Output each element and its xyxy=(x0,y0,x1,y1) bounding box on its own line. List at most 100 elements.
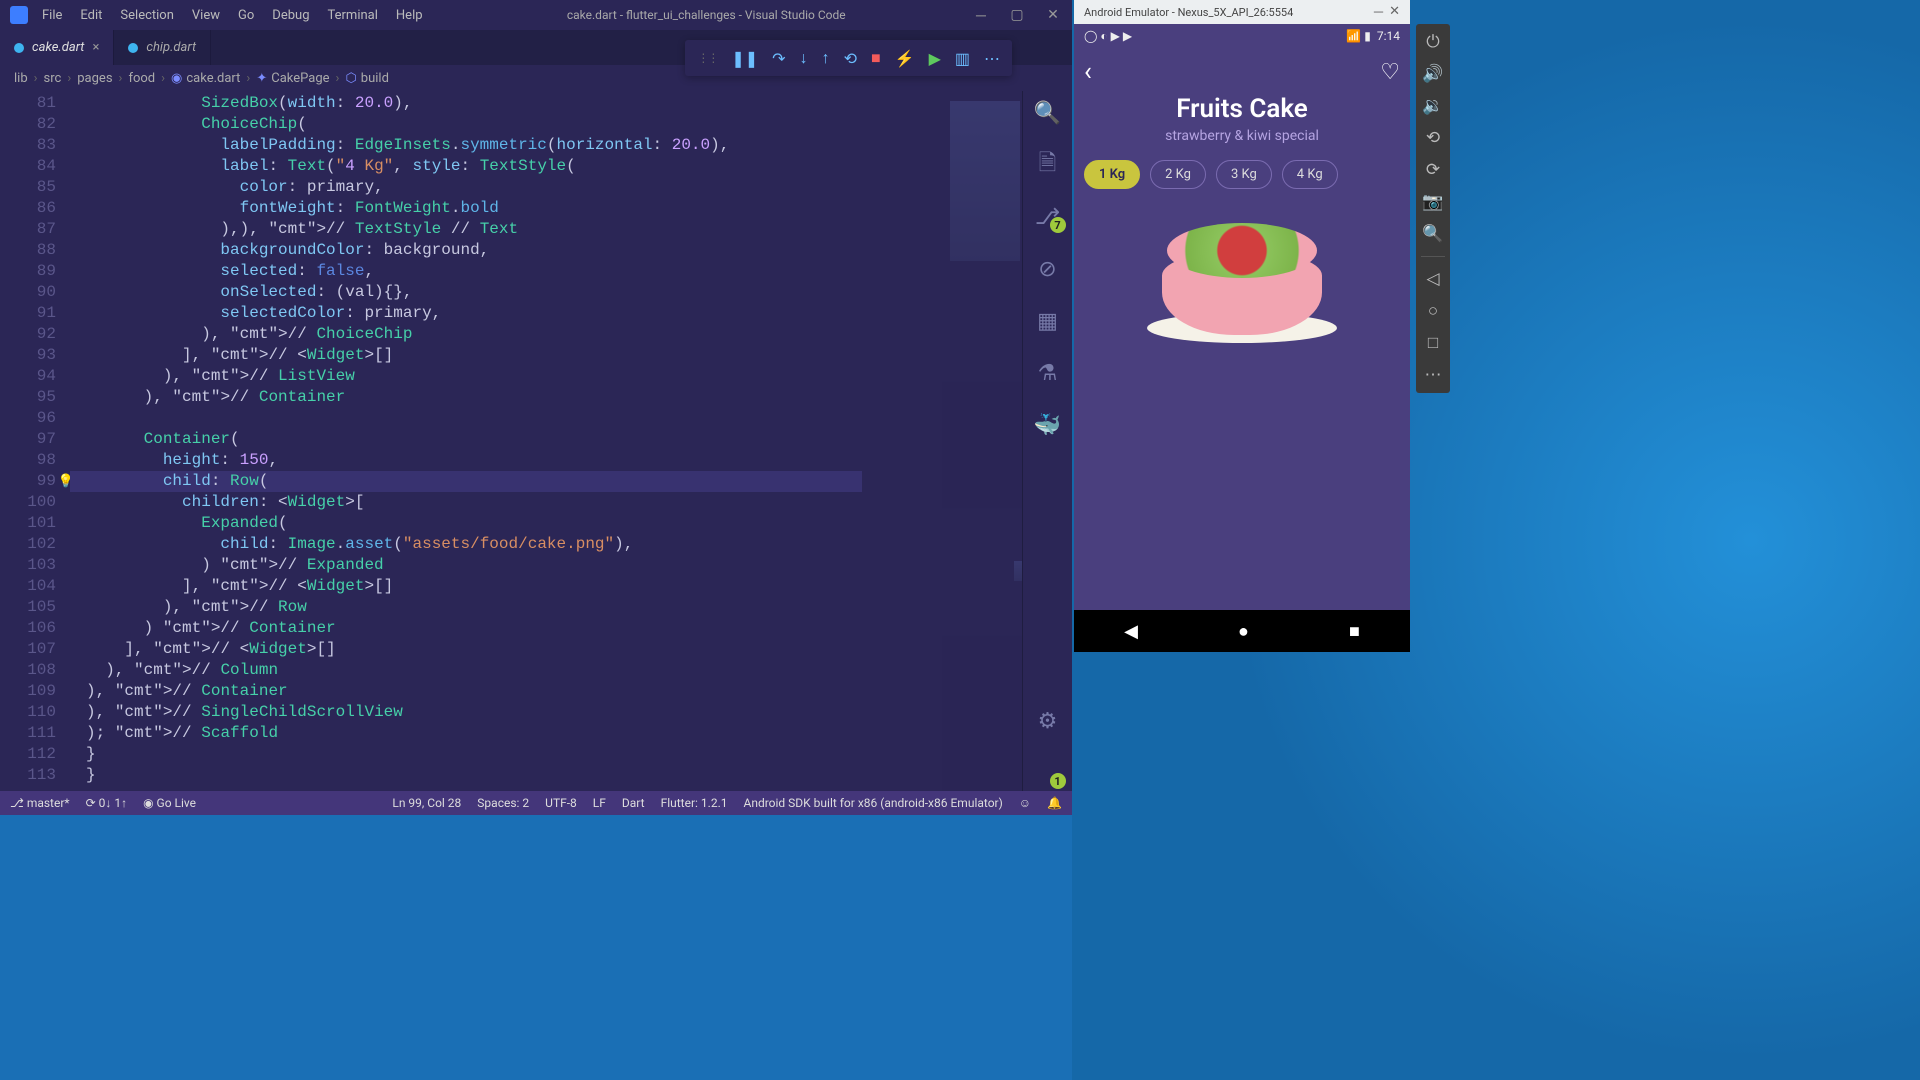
minimize-button[interactable]: ─ xyxy=(972,7,990,24)
emulator-minimize-icon[interactable]: ─ xyxy=(1374,4,1383,20)
encoding-indicator[interactable]: UTF-8 xyxy=(545,796,577,810)
crumb[interactable]: src xyxy=(44,71,62,86)
bell-icon[interactable]: 🔔 xyxy=(1047,796,1062,810)
nav-recent-icon[interactable]: ■ xyxy=(1349,621,1360,642)
debug-icon[interactable]: ⊘ xyxy=(1036,257,1060,281)
menu-edit[interactable]: Edit xyxy=(80,8,102,23)
feedback-icon[interactable]: ☺ xyxy=(1019,796,1031,810)
menu-selection[interactable]: Selection xyxy=(120,8,173,23)
chip-2kg[interactable]: 2 Kg xyxy=(1150,160,1206,189)
menu-help[interactable]: Help xyxy=(396,8,423,23)
chip-1kg[interactable]: 1 Kg xyxy=(1084,160,1140,189)
more-icon[interactable]: ⋯ xyxy=(984,49,1000,68)
dart-file-icon xyxy=(14,43,24,53)
extensions-icon[interactable]: ▦ xyxy=(1036,309,1060,333)
cursor-position[interactable]: Ln 99, Col 28 xyxy=(392,796,461,810)
android-nav-bar: ◀ ● ■ xyxy=(1074,610,1410,652)
product-subtitle: strawberry & kiwi special xyxy=(1084,128,1400,144)
line-gutter: 81828384858687888990919293949596979899💡1… xyxy=(0,91,70,791)
source-control-icon[interactable]: ⎇ xyxy=(1036,205,1060,229)
nav-home-icon[interactable]: ● xyxy=(1238,621,1249,642)
minimap[interactable] xyxy=(942,91,1022,791)
stop-icon[interactable]: ■ xyxy=(871,48,881,68)
tab-cake[interactable]: cake.dart × xyxy=(0,30,114,65)
eol-indicator[interactable]: LF xyxy=(593,796,606,810)
window-title: cake.dart - flutter_ui_challenges - Visu… xyxy=(441,8,972,22)
crumb[interactable]: build xyxy=(361,71,389,86)
step-into-icon[interactable]: ↓ xyxy=(800,48,808,68)
menu-file[interactable]: File xyxy=(42,8,62,23)
nav-back-icon[interactable]: ◁ xyxy=(1423,269,1443,289)
power-icon[interactable]: ⏻ xyxy=(1423,32,1443,52)
camera-icon[interactable]: 📷 xyxy=(1423,192,1443,212)
maximize-button[interactable]: ▢ xyxy=(1008,7,1026,24)
crumb[interactable]: pages xyxy=(77,71,112,86)
menu-terminal[interactable]: Terminal xyxy=(328,8,378,23)
emulator-controls: ⏻ 🔊 🔉 ⟲ ⟳ 📷 🔍 ◁ ○ □ ⋯ xyxy=(1416,24,1450,393)
restart-icon[interactable]: ⟲ xyxy=(844,49,857,68)
emulator-close-icon[interactable]: ✕ xyxy=(1389,4,1400,20)
files-icon[interactable]: 🗎 xyxy=(1036,153,1060,177)
sync-indicator[interactable]: ⟳ 0↓ 1↑ xyxy=(86,796,128,810)
tab-chip[interactable]: chip.dart xyxy=(114,30,211,65)
crumb[interactable]: lib xyxy=(14,71,28,86)
status-icons-right: 📶 ▮ 7:14 xyxy=(1346,29,1400,43)
language-indicator[interactable]: Dart xyxy=(622,796,645,810)
layout-icon[interactable]: ▥ xyxy=(955,49,970,68)
android-status-bar: ◯ ◐ ▶ ▶ 📶 ▮ 7:14 xyxy=(1074,24,1410,48)
settings-gear-icon[interactable]: ⚙ xyxy=(1036,709,1060,733)
back-icon[interactable]: ‹ xyxy=(1084,57,1092,87)
close-button[interactable]: ✕ xyxy=(1044,7,1062,24)
status-icons-left: ◯ ◐ ▶ ▶ xyxy=(1084,29,1132,43)
vscode-logo-icon xyxy=(10,6,28,24)
notification-badge-icon[interactable] xyxy=(1036,761,1060,785)
continue-icon[interactable]: ▶ xyxy=(929,49,941,68)
tab-label: cake.dart xyxy=(32,40,84,55)
hot-reload-icon[interactable]: ⚡ xyxy=(895,49,915,68)
chip-4kg[interactable]: 4 Kg xyxy=(1282,160,1338,189)
docker-icon[interactable]: 🐳 xyxy=(1036,413,1060,437)
emulator-title: Android Emulator - Nexus_5X_API_26:5554 xyxy=(1084,6,1293,19)
nav-home-icon[interactable]: ○ xyxy=(1423,301,1443,321)
status-bar: ⎇ master* ⟳ 0↓ 1↑ ◉ Go Live Ln 99, Col 2… xyxy=(0,791,1072,815)
rotate-left-icon[interactable]: ⟲ xyxy=(1423,128,1443,148)
emulator-titlebar[interactable]: Android Emulator - Nexus_5X_API_26:5554 … xyxy=(1074,0,1410,24)
drag-handle-icon[interactable]: ⋮⋮ xyxy=(697,51,717,65)
crumb[interactable]: food xyxy=(128,71,155,86)
tab-label: chip.dart xyxy=(146,40,196,55)
search-icon[interactable]: 🔍 xyxy=(1036,101,1060,125)
tab-close-icon[interactable]: × xyxy=(92,40,99,55)
chip-3kg[interactable]: 3 Kg xyxy=(1216,160,1272,189)
dart-file-icon xyxy=(128,43,138,53)
step-over-icon[interactable]: ↷ xyxy=(772,49,785,68)
flutter-version[interactable]: Flutter: 1.2.1 xyxy=(661,796,728,810)
desktop-background: Android Emulator - Nexus_5X_API_26:5554 … xyxy=(1072,0,1920,1080)
pause-icon[interactable]: ❚❚ xyxy=(731,49,758,68)
step-out-icon[interactable]: ↑ xyxy=(822,48,830,68)
zoom-icon[interactable]: 🔍 xyxy=(1423,224,1443,244)
nav-overview-icon[interactable]: □ xyxy=(1423,333,1443,353)
weight-chips: 1 Kg 2 Kg 3 Kg 4 Kg xyxy=(1084,160,1400,189)
editor: 81828384858687888990919293949596979899💡1… xyxy=(0,91,1072,791)
crumb[interactable]: cake.dart xyxy=(186,71,240,86)
android-emulator-window: Android Emulator - Nexus_5X_API_26:5554 … xyxy=(1074,0,1410,652)
heart-icon[interactable]: ♡ xyxy=(1380,60,1400,85)
nav-back-icon[interactable]: ◀ xyxy=(1124,621,1138,642)
titlebar: File Edit Selection View Go Debug Termin… xyxy=(0,0,1072,30)
crumb[interactable]: CakePage xyxy=(271,71,329,86)
menu-view[interactable]: View xyxy=(192,8,220,23)
flask-icon[interactable]: ⚗ xyxy=(1036,361,1060,385)
branch-indicator[interactable]: ⎇ master* xyxy=(10,796,70,810)
menu-go[interactable]: Go xyxy=(238,8,254,23)
debug-toolbar[interactable]: ⋮⋮ ❚❚ ↷ ↓ ↑ ⟲ ■ ⚡ ▶ ▥ ⋯ xyxy=(685,40,1012,76)
more-controls-icon[interactable]: ⋯ xyxy=(1423,365,1443,385)
go-live-button[interactable]: ◉ Go Live xyxy=(143,796,196,810)
volume-down-icon[interactable]: 🔉 xyxy=(1423,96,1443,116)
indent-indicator[interactable]: Spaces: 2 xyxy=(477,796,529,810)
device-indicator[interactable]: Android SDK built for x86 (android-x86 E… xyxy=(743,796,1002,810)
rotate-right-icon[interactable]: ⟳ xyxy=(1423,160,1443,180)
code-area[interactable]: SizedBox(width: 20.0), ChoiceChip( label… xyxy=(70,91,942,791)
menu-debug[interactable]: Debug xyxy=(272,8,309,23)
volume-up-icon[interactable]: 🔊 xyxy=(1423,64,1443,84)
app-screen[interactable]: ‹ ♡ Fruits Cake strawberry & kiwi specia… xyxy=(1074,48,1410,610)
